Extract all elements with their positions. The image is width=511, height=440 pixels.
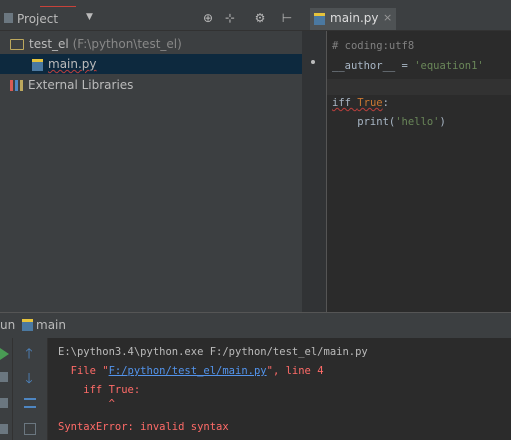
- tree-item-label: main.py: [48, 57, 97, 71]
- code-line-4: iff True:: [332, 97, 389, 109]
- project-view-dropdown[interactable]: ▼: [86, 12, 93, 22]
- dump-threads-icon[interactable]: [0, 424, 8, 434]
- folder-icon: [10, 39, 24, 50]
- project-toolbar: Project ▼ ⊕ ⊹ ⚙ ⊢: [0, 8, 302, 31]
- current-line-highlight: [327, 79, 511, 95]
- project-panel-title[interactable]: Project: [17, 12, 58, 26]
- settings-gear-icon[interactable]: ⚙: [253, 11, 267, 25]
- code-token: print(: [332, 116, 396, 128]
- scroll-from-source-icon[interactable]: ⊕: [201, 11, 215, 25]
- tree-item-project-root[interactable]: test_el (F:\python\test_el): [0, 34, 302, 54]
- run-config-name[interactable]: main: [36, 318, 66, 332]
- tree-item-path: (F:\python\test_el): [72, 37, 182, 51]
- run-toolbar-primary: [0, 338, 13, 440]
- close-tab-icon[interactable]: ×: [383, 11, 392, 24]
- code-token: __author__ =: [332, 60, 415, 72]
- run-label-prefix: un: [0, 318, 16, 332]
- console-error-caret: ^: [58, 398, 115, 410]
- python-file-icon: [32, 58, 43, 71]
- tree-item-label: test_el: [29, 37, 69, 51]
- console-error-code: iff True:: [58, 384, 141, 396]
- python-file-icon: [314, 13, 325, 25]
- editor-gutter: [302, 31, 327, 312]
- fold-marker-icon: [311, 60, 315, 64]
- code-string: 'equation1': [414, 60, 484, 72]
- tab-label: main.py: [330, 11, 379, 25]
- rerun-icon[interactable]: [0, 348, 9, 360]
- code-token: ): [439, 116, 446, 128]
- python-run-config-icon: [22, 319, 33, 331]
- print-icon[interactable]: [24, 423, 36, 435]
- soft-wrap-icon[interactable]: [24, 398, 36, 408]
- run-tool-header: un main: [0, 312, 511, 339]
- console-text: File ": [58, 365, 109, 377]
- project-panel-icon: [4, 13, 13, 23]
- tree-item-main-py[interactable]: main.py: [0, 54, 302, 74]
- library-icon: [10, 80, 23, 91]
- code-token-error: iff: [332, 97, 358, 109]
- title-strip: [0, 0, 511, 8]
- code-line-2: __author__ = 'equation1': [332, 60, 484, 72]
- code-editor[interactable]: # coding:utf8 __author__ = 'equation1' i…: [327, 31, 511, 312]
- hide-panel-icon[interactable]: ⊢: [280, 11, 294, 25]
- editor-tab-bar: main.py ×: [302, 8, 511, 31]
- down-arrow-icon[interactable]: 🡓: [21, 371, 37, 387]
- code-line-1: # coding:utf8: [332, 40, 415, 52]
- red-marker: [40, 1, 76, 7]
- console-command-line: E:\python3.4\python.exe F:/python/test_e…: [58, 346, 368, 358]
- run-toolbar-secondary: 🡑 🡓: [13, 338, 48, 440]
- tree-item-label: External Libraries: [28, 78, 134, 92]
- code-keyword: True: [357, 97, 383, 109]
- tab-main-py[interactable]: main.py ×: [310, 8, 396, 30]
- project-panel: Project ▼ ⊕ ⊹ ⚙ ⊢ test_el (F:\python\tes…: [0, 8, 302, 312]
- collapse-all-icon[interactable]: ⊹: [223, 11, 237, 25]
- code-token: :: [382, 97, 389, 109]
- code-line-5: print('hello'): [332, 116, 446, 128]
- code-string: 'hello': [395, 116, 440, 128]
- console-error-message: SyntaxError: invalid syntax: [58, 421, 229, 433]
- up-arrow-icon[interactable]: 🡑: [21, 346, 37, 362]
- console-traceback-file: File "F:/python/test_el/main.py", line 4: [58, 365, 324, 377]
- console-text: ", line 4: [266, 365, 324, 377]
- run-console[interactable]: E:\python3.4\python.exe F:/python/test_e…: [48, 338, 511, 440]
- console-file-link[interactable]: F:/python/test_el/main.py: [109, 365, 267, 377]
- stop-icon[interactable]: [0, 372, 8, 382]
- tree-item-external-libraries[interactable]: External Libraries: [0, 75, 302, 95]
- pause-icon[interactable]: [0, 398, 8, 408]
